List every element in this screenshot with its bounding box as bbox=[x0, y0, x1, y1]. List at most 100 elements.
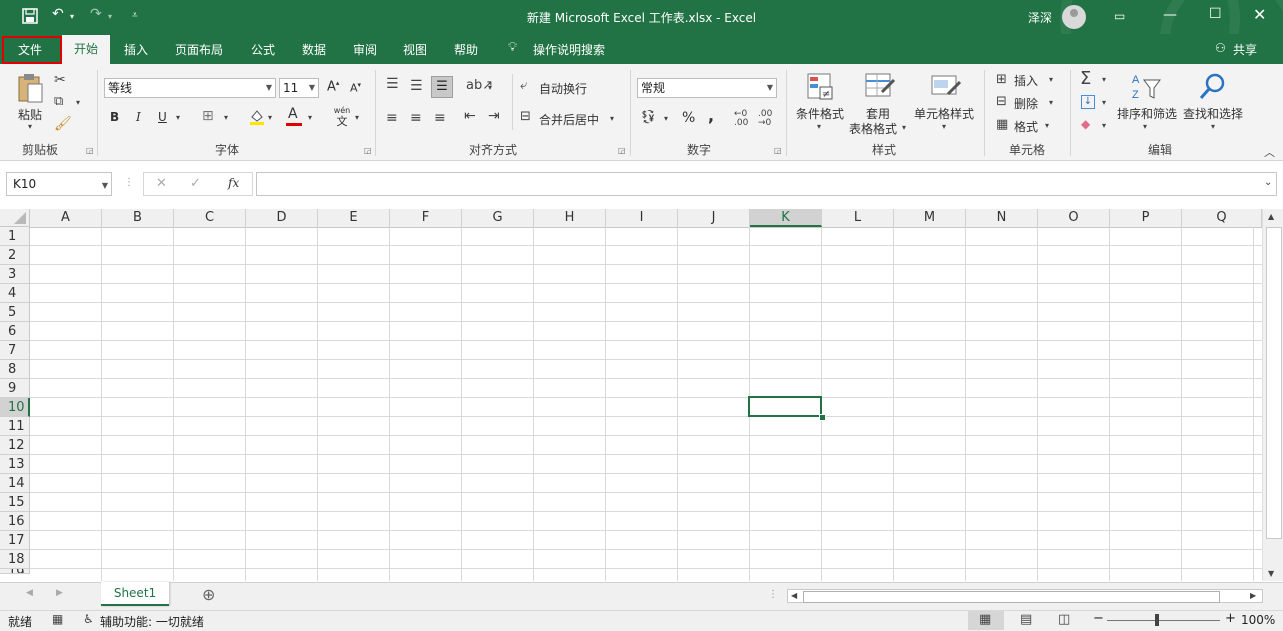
font-size-select[interactable]: 11 ▼ bbox=[279, 78, 319, 98]
clear-icon[interactable]: ◆ bbox=[1081, 117, 1090, 131]
find-dropdown-icon[interactable]: ▾ bbox=[1211, 122, 1215, 131]
tab-home[interactable]: 开始 bbox=[62, 35, 110, 64]
scroll-thumb[interactable] bbox=[1266, 227, 1282, 539]
copy-icon[interactable]: ⧉ bbox=[54, 94, 63, 109]
currency-icon[interactable]: 💱︎ bbox=[640, 110, 657, 125]
tab-review[interactable]: 审阅 bbox=[353, 41, 377, 58]
column-header[interactable]: I bbox=[606, 209, 678, 227]
delete-cells-button[interactable]: 删除 bbox=[1014, 95, 1038, 112]
share-button[interactable]: 共享 bbox=[1233, 41, 1257, 58]
format-cells-button[interactable]: 格式 bbox=[1014, 118, 1038, 135]
underline-dropdown-icon[interactable]: ▾ bbox=[176, 113, 180, 122]
borders-dropdown-icon[interactable]: ▾ bbox=[224, 113, 228, 122]
accessibility-status[interactable]: 辅助功能: 一切就绪 bbox=[100, 613, 204, 630]
orientation-dropdown-icon[interactable]: ▾ bbox=[488, 83, 492, 92]
sheet-tab[interactable]: Sheet1 bbox=[101, 582, 169, 606]
row-header[interactable]: 10 bbox=[0, 398, 30, 417]
ribbon-display-options-icon[interactable]: ▭ bbox=[1114, 9, 1125, 23]
cell-styles-icon[interactable] bbox=[930, 72, 962, 105]
merge-center-icon[interactable]: ⊟ bbox=[520, 109, 531, 124]
cut-icon[interactable]: ✂ bbox=[54, 72, 66, 88]
align-center-icon[interactable]: ≡ bbox=[410, 110, 422, 126]
clear-dropdown-icon[interactable]: ▾ bbox=[1102, 121, 1106, 130]
macro-record-icon[interactable]: ▦ bbox=[52, 612, 63, 626]
scroll-right-icon[interactable]: ▶ bbox=[1250, 591, 1256, 600]
tab-view[interactable]: 视图 bbox=[403, 41, 427, 58]
find-select-icon[interactable] bbox=[1198, 72, 1228, 105]
column-header[interactable]: M bbox=[894, 209, 966, 227]
shrink-font-icon[interactable]: A▾ bbox=[350, 81, 361, 95]
avatar[interactable] bbox=[1062, 5, 1086, 29]
conditional-dropdown-icon[interactable]: ▾ bbox=[817, 122, 821, 131]
row-header[interactable]: 11 bbox=[0, 417, 30, 436]
clipboard-launcher-icon[interactable]: ◲ bbox=[86, 146, 94, 155]
decrease-decimal-icon[interactable]: .00 →0 bbox=[758, 110, 772, 128]
fill-handle[interactable] bbox=[819, 414, 826, 421]
add-sheet-button[interactable]: ⊕ bbox=[202, 585, 215, 604]
borders-icon[interactable]: ⊞ bbox=[202, 108, 214, 124]
horizontal-scrollbar[interactable]: ◀ ▶ bbox=[787, 589, 1263, 603]
increase-indent-icon[interactable]: ⇥ bbox=[488, 108, 500, 124]
column-header[interactable]: G bbox=[462, 209, 534, 227]
format-as-table-label-2[interactable]: 表格格式 bbox=[849, 120, 897, 137]
phonetic-dropdown-icon[interactable]: ▾ bbox=[355, 113, 359, 122]
cell-styles-dropdown-icon[interactable]: ▾ bbox=[942, 122, 946, 131]
select-all-button[interactable] bbox=[0, 209, 30, 227]
sort-filter-icon[interactable]: AZ bbox=[1130, 72, 1162, 105]
row-header[interactable]: 9 bbox=[0, 379, 30, 398]
tab-data[interactable]: 数据 bbox=[302, 41, 326, 58]
column-header[interactable]: E bbox=[318, 209, 390, 227]
cell-styles-button[interactable]: 单元格样式 bbox=[914, 105, 974, 122]
close-icon[interactable]: ✕ bbox=[1253, 5, 1266, 24]
grow-font-icon[interactable]: A▴ bbox=[327, 79, 339, 94]
row-header[interactable]: 5 bbox=[0, 303, 30, 322]
fill-color-dropdown-icon[interactable]: ▾ bbox=[268, 113, 272, 122]
conditional-formatting-icon[interactable]: ≠ bbox=[806, 72, 836, 105]
row-header[interactable]: 1 bbox=[0, 227, 30, 246]
row-header[interactable]: 3 bbox=[0, 265, 30, 284]
column-header[interactable]: J bbox=[678, 209, 750, 227]
wrap-text-icon[interactable]: ⤶ bbox=[520, 78, 527, 93]
row-header[interactable]: 19 bbox=[0, 569, 30, 574]
scroll-up-icon[interactable]: ▲ bbox=[1268, 212, 1274, 221]
underline-button[interactable]: U bbox=[158, 110, 167, 124]
column-header[interactable]: K bbox=[750, 209, 822, 227]
comma-button[interactable]: , bbox=[708, 106, 714, 125]
delete-dropdown-icon[interactable]: ▾ bbox=[1049, 98, 1053, 107]
column-header[interactable]: L bbox=[822, 209, 894, 227]
fill-icon[interactable]: ↓ bbox=[1081, 95, 1095, 109]
zoom-level[interactable]: 100% bbox=[1241, 613, 1275, 627]
column-header[interactable]: A bbox=[30, 209, 102, 227]
expand-formula-bar-icon[interactable]: ⌄ bbox=[1264, 177, 1272, 188]
zoom-in-button[interactable]: + bbox=[1225, 611, 1236, 626]
insert-cells-button[interactable]: 插入 bbox=[1014, 72, 1038, 89]
enter-icon[interactable]: ✓ bbox=[190, 176, 201, 191]
insert-dropdown-icon[interactable]: ▾ bbox=[1049, 75, 1053, 84]
fill-color-icon[interactable] bbox=[248, 108, 266, 129]
format-table-dropdown-icon[interactable]: ▾ bbox=[902, 123, 906, 132]
cell-grid[interactable] bbox=[30, 227, 1262, 581]
font-name-select[interactable]: 等线 ▼ bbox=[104, 78, 276, 98]
align-middle-icon[interactable]: ☰ bbox=[410, 78, 423, 94]
page-break-view-icon[interactable]: ◫ bbox=[1058, 612, 1070, 627]
column-header[interactable]: H bbox=[534, 209, 606, 227]
normal-view-icon[interactable]: ▦ bbox=[979, 612, 991, 627]
insert-cells-icon[interactable]: ⊞ bbox=[996, 72, 1007, 87]
next-sheet-icon[interactable]: ▶ bbox=[56, 588, 63, 598]
prev-sheet-icon[interactable]: ◀ bbox=[26, 588, 33, 598]
row-header[interactable]: 14 bbox=[0, 474, 30, 493]
tab-help[interactable]: 帮助 bbox=[454, 41, 478, 58]
format-painter-icon[interactable]: 🖌︎ bbox=[54, 116, 72, 132]
font-launcher-icon[interactable]: ◲ bbox=[364, 146, 372, 155]
column-header[interactable]: N bbox=[966, 209, 1038, 227]
row-header[interactable]: 2 bbox=[0, 246, 30, 265]
page-layout-view-icon[interactable]: ▤ bbox=[1020, 612, 1032, 627]
formula-input[interactable] bbox=[256, 172, 1277, 196]
tab-insert[interactable]: 插入 bbox=[124, 41, 148, 58]
paste-icon[interactable] bbox=[16, 72, 46, 107]
paste-dropdown-icon[interactable]: ▾ bbox=[28, 122, 32, 131]
column-header[interactable]: O bbox=[1038, 209, 1110, 227]
bold-button[interactable]: B bbox=[110, 110, 119, 124]
row-header[interactable]: 15 bbox=[0, 493, 30, 512]
merge-center-button[interactable]: 合并后居中 bbox=[539, 111, 599, 128]
